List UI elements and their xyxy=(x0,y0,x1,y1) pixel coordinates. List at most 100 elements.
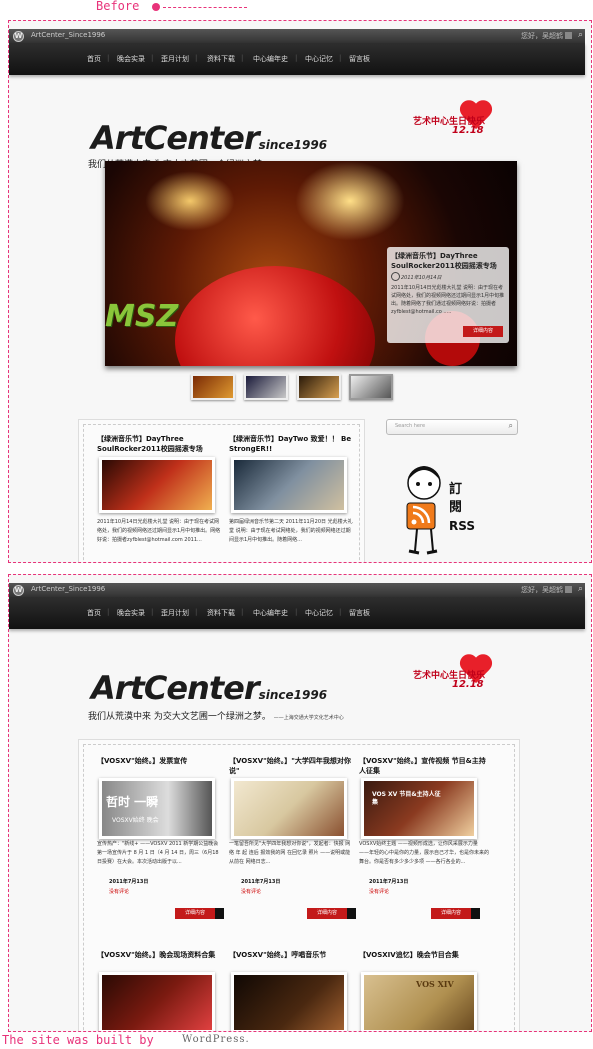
post-comment-link[interactable]: 没有评论 xyxy=(241,888,261,895)
post-title[interactable]: 【VOSXV"始终。】哼唱音乐节 xyxy=(229,950,355,960)
nav-chronicle[interactable]: 中心编年史 xyxy=(253,54,288,64)
search-icon[interactable]: ⌕ xyxy=(509,421,513,431)
avatar[interactable] xyxy=(565,586,572,593)
post-comment-link[interactable]: 没有评论 xyxy=(369,888,389,895)
site-logo[interactable]: ArtCentersince1996 xyxy=(91,669,327,707)
admin-site-title[interactable]: ArtCenter_Since1996 xyxy=(31,585,105,593)
post-thumbnail[interactable] xyxy=(231,778,347,839)
post-thumbnail[interactable] xyxy=(231,457,347,513)
search-placeholder: Search here xyxy=(395,423,426,429)
slider-thumb-2[interactable] xyxy=(244,374,288,400)
nav-gala[interactable]: 晚会实录 xyxy=(117,608,145,618)
nav-chronicle[interactable]: 中心编年史 xyxy=(253,608,288,618)
nav-guestbook[interactable]: 留言板 xyxy=(349,608,370,618)
rss-mascot-icon[interactable] xyxy=(399,461,449,561)
post-more-button[interactable]: 详细内容 xyxy=(307,908,356,919)
post-list: 【绿洲音乐节】DayThree SoulRocker2011校园摇滚专场 201… xyxy=(78,419,365,562)
nav-home[interactable]: 首页 xyxy=(87,608,101,618)
slider-thumb-1[interactable] xyxy=(191,374,235,400)
slide-excerpt: 2011年10月14日光彪楼大礼堂 说明：由于现在考试网络处，我们的视频网络还过… xyxy=(391,285,505,315)
post-title[interactable]: 【VOSXV"始终。】发票宣传 xyxy=(97,756,223,766)
thumbnail-caption: VOSXV始终 晚会 xyxy=(112,817,159,824)
wordpress-logo[interactable]: WordPress. xyxy=(182,1034,250,1045)
post-title[interactable]: 【VOSXV"始终。】宣传视频 节目&主持人征集 xyxy=(359,756,489,776)
site-logo[interactable]: ArtCentersince1996 xyxy=(91,119,327,157)
rss-label[interactable]: 訂閱 RSS xyxy=(449,481,475,535)
post-card: 【VOSXV"始终。】宣传视频 节目&主持人征集 xyxy=(359,756,489,776)
post-thumbnail[interactable] xyxy=(99,457,215,513)
post-card: 【VOSXV"始终。】发票宣传 xyxy=(97,756,223,766)
post-title[interactable]: 【绿洲音乐节】DayTwo 致爱！！ Be StrongER!! xyxy=(229,434,353,454)
msz-logo: MSZ xyxy=(105,299,179,334)
slide-more-button[interactable]: 详细内容 xyxy=(463,326,503,337)
admin-site-title[interactable]: ArtCenter_Since1996 xyxy=(31,31,105,39)
post-card: 【绿洲音乐节】DayTwo 致爱！！ Be StrongER!! xyxy=(229,434,353,454)
post-thumbnail[interactable] xyxy=(99,972,215,1031)
post-excerpt: 一笔留吾所见"大学四年我想对你说"，发起者：快报 网络 年 起 连后 报效我的网… xyxy=(229,841,351,865)
post-thumbnail[interactable]: VOS XV 节目&主持人征集 xyxy=(361,778,477,839)
thumbnail-text: 哲时 一瞬 xyxy=(106,795,159,809)
admin-greeting[interactable]: 您好，吴超鹤 xyxy=(521,31,563,41)
post-more-button[interactable]: 详细内容 xyxy=(175,908,224,919)
post-excerpt: 第四届绿洲音乐节第二天 2011年11月20日 光彪楼大礼堂 说明：由于现在考试… xyxy=(229,519,353,543)
admin-bar: W ArtCenter_Since1996 您好，吴超鹤 ⌕ xyxy=(9,583,585,598)
post-card: 【VOSXIV追忆】晚会节目合集 xyxy=(359,950,489,960)
marker-dot xyxy=(152,3,160,11)
nav-plan[interactable]: 歪月计划 xyxy=(161,608,189,618)
post-title[interactable]: 【VOSXV"始终。】晚会现场资料合集 xyxy=(97,950,223,960)
thumbnail-text: VOS XIV xyxy=(416,979,454,989)
post-date: 2011年7月13日 xyxy=(241,879,281,885)
birthday-date: 12.18 xyxy=(452,125,484,136)
wordpress-icon[interactable]: W xyxy=(13,585,24,596)
nav-memory[interactable]: 中心记忆 xyxy=(305,54,333,64)
search-icon[interactable]: ⌕ xyxy=(578,584,583,594)
slide-caption: 【绿洲音乐节】DayThree SoulRocker2011校园摇滚专场 201… xyxy=(387,247,509,343)
post-title[interactable]: 【VOSXIV追忆】晚会节目合集 xyxy=(359,950,489,960)
nav-downloads[interactable]: 资料下载 xyxy=(207,608,235,618)
admin-greeting[interactable]: 您好，吴超鹤 xyxy=(521,585,563,595)
wordpress-icon[interactable]: W xyxy=(13,31,24,42)
nav-gala[interactable]: 晚会实录 xyxy=(117,54,145,64)
nav-separator: | xyxy=(295,54,298,62)
post-thumbnail[interactable]: VOS XIV xyxy=(361,972,477,1031)
post-title[interactable]: 【绿洲音乐节】DayThree SoulRocker2011校园摇滚专场 xyxy=(97,434,221,454)
post-card: 【VOSXV"始终。】哼唱音乐节 xyxy=(229,950,355,960)
marker-line xyxy=(163,7,247,8)
post-more-button[interactable]: 详细内容 xyxy=(431,908,480,919)
slide-light xyxy=(145,171,235,231)
slide-date: 2011年10月14日 xyxy=(401,275,442,281)
post-card: 【VOSXV"始终。】"大学四年我想对你说" xyxy=(229,756,355,776)
nav-separator: | xyxy=(339,608,342,616)
post-thumbnail[interactable]: 哲时 一瞬 VOSXV始终 晚会 xyxy=(99,778,215,839)
post-grid: 【VOSXV"始终。】发票宣传 哲时 一瞬 VOSXV始终 晚会 宣传热产："新… xyxy=(78,739,520,1031)
nav-separator: | xyxy=(241,54,244,62)
post-thumbnail[interactable] xyxy=(231,972,347,1031)
nav-separator: | xyxy=(107,608,110,616)
slide-light xyxy=(295,161,405,241)
post-comment-link[interactable]: 没有评论 xyxy=(109,888,129,895)
nav-plan[interactable]: 歪月计划 xyxy=(161,54,189,64)
nav-downloads[interactable]: 资料下载 xyxy=(207,54,235,64)
avatar[interactable] xyxy=(565,32,572,39)
slider-thumb-4[interactable] xyxy=(349,374,393,400)
nav-separator: | xyxy=(339,54,342,62)
nav-separator: | xyxy=(151,608,154,616)
nav-home[interactable]: 首页 xyxy=(87,54,101,64)
after-screenshot: W ArtCenter_Since1996 您好，吴超鹤 ⌕ 首页 | 晚会实录… xyxy=(8,574,592,1032)
before-screenshot: W ArtCenter_Since1996 您好，吴超鹤 ⌕ 首页 | 晚会实录… xyxy=(8,20,592,563)
slide-balloon xyxy=(175,266,375,366)
post-title[interactable]: 【VOSXV"始终。】"大学四年我想对你说" xyxy=(229,756,355,776)
post-card: 【VOSXV"始终。】晚会现场资料合集 xyxy=(97,950,223,960)
main-nav: 首页 | 晚会实录 | 歪月计划 | 资料下载 | 中心编年史 | 中心记忆 |… xyxy=(9,597,585,629)
slide-title[interactable]: 【绿洲音乐节】DayThree SoulRocker2011校园摇滚专场 xyxy=(391,251,507,271)
nav-memory[interactable]: 中心记忆 xyxy=(305,608,333,618)
post-excerpt: 2011年10月14日光彪楼大礼堂 说明：由于现在考试网络处，我们的视频网络还过… xyxy=(97,519,221,543)
search-input[interactable]: Search here ⌕ xyxy=(386,419,518,435)
nav-separator: | xyxy=(107,54,110,62)
search-icon[interactable]: ⌕ xyxy=(578,30,583,40)
site-tagline: 我们从荒漠中来 为交大文艺圃一个绿洲之梦。 ——上海交通大学文化艺术中心 xyxy=(88,712,344,722)
nav-guestbook[interactable]: 留言板 xyxy=(349,54,370,64)
post-card: 【绿洲音乐节】DayThree SoulRocker2011校园摇滚专场 xyxy=(97,434,221,454)
slider-thumb-3[interactable] xyxy=(297,374,341,400)
featured-slider[interactable]: MSZ 【绿洲音乐节】DayThree SoulRocker2011校园摇滚专场… xyxy=(105,161,517,366)
